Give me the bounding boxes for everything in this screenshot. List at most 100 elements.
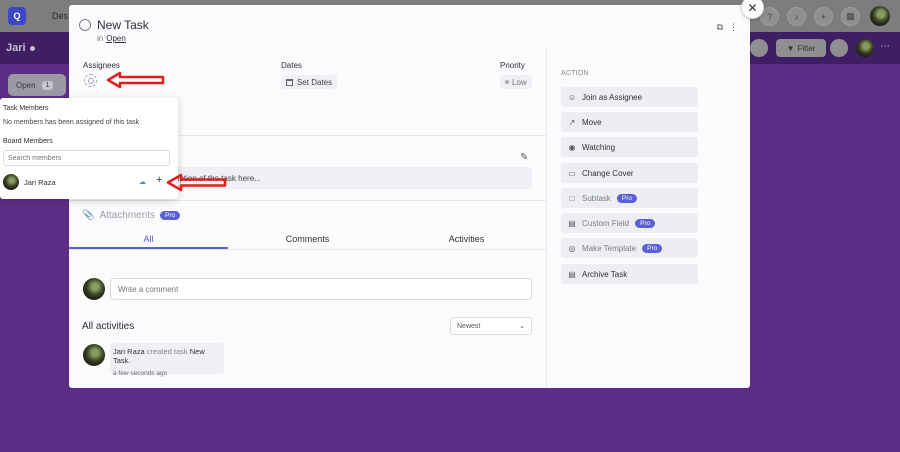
action-label: ACTION: [561, 70, 589, 77]
activity-action: created task: [146, 347, 188, 356]
activity-user: Jari Raza: [113, 347, 145, 356]
chevron-down-icon: ⌄: [519, 323, 525, 330]
task-header: New Task: [79, 18, 149, 32]
activities-title: All activities: [82, 321, 135, 332]
pro-badge: Pro: [616, 193, 638, 203]
app-logo[interactable]: Q: [8, 7, 26, 25]
avatar[interactable]: [856, 39, 874, 57]
more-vertical-icon[interactable]: ⋮: [729, 22, 738, 33]
sort-value: Newest: [457, 322, 481, 330]
member-item[interactable]: Jari Raza ☁ +: [3, 173, 170, 191]
dates-label: Dates: [281, 61, 302, 70]
archive-task-button[interactable]: ▤ Archive Task: [561, 264, 698, 284]
priority-label: Priority: [500, 61, 525, 70]
avatar: [3, 174, 19, 190]
grid-icon[interactable]: ▦: [841, 7, 860, 26]
breadcrumb[interactable]: Des: [52, 11, 68, 21]
edit-pencil-icon[interactable]: ✎: [520, 152, 528, 163]
priority-value: Low: [512, 77, 527, 87]
action-label-text: Archive Task: [582, 269, 628, 279]
move-button[interactable]: ↗ Move: [561, 112, 698, 132]
paperclip-icon: 📎: [82, 210, 95, 221]
list-icon: ▤: [568, 218, 576, 228]
annotation-arrow-icon: [166, 173, 227, 192]
subtask-icon: □: [569, 193, 575, 203]
change-cover-button[interactable]: ▭ Change Cover: [561, 163, 698, 183]
comment-input[interactable]: [110, 278, 532, 300]
user-icon: ☺: [568, 92, 577, 102]
action-label-text: Move: [582, 117, 602, 127]
board-members-title: Board Members: [3, 138, 53, 145]
task-members-title: Task Members: [3, 105, 49, 112]
user-icon: [87, 77, 94, 84]
settings-icon[interactable]: [830, 39, 848, 57]
members-popover: Task Members No members has been assigne…: [0, 98, 178, 199]
arrow-up-right-icon: ↗: [568, 117, 576, 127]
make-template-button[interactable]: ◎ Make Template Pro: [561, 238, 698, 258]
tab-comments[interactable]: Comments: [228, 230, 387, 249]
action-label-text: Watching: [582, 142, 616, 152]
calendar-icon: [286, 78, 293, 86]
tab-activities[interactable]: Activities: [387, 230, 546, 249]
column-count: 1: [41, 80, 54, 90]
close-icon: ✕: [747, 0, 758, 15]
avatar: [83, 278, 105, 300]
priority-button[interactable]: Low: [500, 75, 532, 89]
task-complete-toggle[interactable]: [79, 19, 91, 31]
header-icons: ⧉ ⋮: [717, 22, 738, 33]
avatar: [83, 344, 105, 366]
set-dates-button[interactable]: Set Dates: [281, 75, 338, 89]
sort-select[interactable]: Newest ⌄: [450, 317, 532, 335]
copy-icon[interactable]: ⧉: [717, 22, 723, 33]
column-label: Open: [16, 80, 36, 90]
add-member-plus-icon[interactable]: +: [156, 174, 162, 186]
template-icon: ◎: [568, 243, 576, 253]
action-label-text: Change Cover: [582, 168, 634, 178]
action-label-text: Custom Field: [582, 218, 630, 228]
pro-badge: Pro: [160, 211, 181, 220]
attachments-row[interactable]: 📎 Attachments Pro: [82, 210, 181, 221]
priority-dot-icon: [505, 80, 509, 84]
cloud-icon: ☁: [139, 179, 146, 186]
activity-time: a few seconds ago: [113, 370, 168, 377]
task-title[interactable]: New Task: [97, 18, 149, 32]
member-name: Jari Raza: [24, 177, 56, 187]
attachments-label: Attachments: [99, 210, 156, 221]
image-icon: ▭: [568, 168, 576, 178]
plus-icon[interactable]: +: [814, 7, 833, 26]
custom-field-button[interactable]: ▤ Custom Field Pro: [561, 213, 698, 233]
eye-icon: ◉: [568, 142, 576, 152]
assignees-label: Assignees: [83, 61, 120, 70]
subtask-button[interactable]: □ Subtask Pro: [561, 188, 698, 208]
activity-item: Jari Raza created task New Task. a few s…: [110, 343, 224, 377]
watching-button[interactable]: ◉ Watching: [561, 137, 698, 157]
no-members-text: No members has been assigned of this tas…: [3, 119, 140, 126]
more-icon[interactable]: ⋯: [880, 41, 890, 52]
avatar[interactable]: [870, 6, 890, 26]
annotation-arrow-icon: [106, 71, 165, 89]
status-link[interactable]: Open: [106, 34, 126, 43]
action-label-text: Join as Assignee: [582, 92, 643, 102]
bell-icon[interactable]: ♪: [787, 7, 806, 26]
action-label-text: Make Template: [582, 243, 637, 253]
action-panel: ACTION ☺ Join as Assignee ↗ Move ◉ Watching…: [546, 50, 750, 388]
column-open[interactable]: Open 1: [8, 74, 66, 96]
in-label: in: [97, 34, 104, 43]
archive-icon: ▤: [568, 269, 576, 279]
task-location: in Open: [97, 34, 126, 43]
divider: [69, 200, 546, 201]
view-icon[interactable]: [750, 39, 768, 57]
pro-badge: Pro: [635, 218, 656, 228]
filter-label: Filter: [797, 43, 816, 53]
board-status-dot: [30, 46, 35, 51]
activity-tabs: All Comments Activities: [69, 230, 546, 250]
pro-badge: Pro: [642, 243, 663, 253]
filter-icon: ▼: [786, 43, 795, 53]
board-name[interactable]: Jari: [6, 42, 26, 54]
add-assignee-button[interactable]: [84, 74, 97, 87]
tab-all[interactable]: All: [69, 230, 228, 249]
set-dates-label: Set Dates: [297, 77, 333, 87]
filter-button[interactable]: ▼ Filter: [776, 39, 826, 57]
search-members-input[interactable]: [3, 150, 170, 166]
join-as-assignee-button[interactable]: ☺ Join as Assignee: [561, 87, 698, 107]
